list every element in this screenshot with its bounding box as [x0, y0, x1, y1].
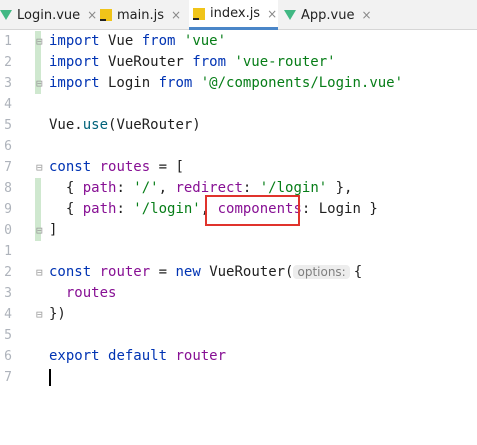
line-number: 6 [4, 139, 12, 154]
code-text: Vue.use(VueRouter) [49, 117, 201, 133]
tab-index-js[interactable]: index.js × [189, 0, 278, 30]
fold-marker-icon[interactable]: ⊟ [36, 262, 43, 283]
code-line: 5 [0, 325, 477, 346]
text-cursor [49, 369, 51, 386]
code-line: 6 export default router [0, 346, 477, 367]
code-text: import Login from '@/components/Login.vu… [49, 75, 404, 91]
js-file-icon [100, 9, 112, 21]
code-line: 2 ⊟ const router = new VueRouter(options… [0, 262, 477, 283]
line-number: 7 [4, 160, 12, 175]
line-number: 6 [4, 349, 12, 364]
editor-tab-bar: Login.vue × main.js × index.js × App.vue… [0, 0, 477, 30]
line-number: 4 [4, 97, 12, 112]
code-text: export default router [49, 348, 227, 364]
code-text: { path: '/', redirect: '/login' }, [49, 180, 353, 196]
code-text: const router = new VueRouter(options:{ [49, 264, 363, 280]
code-line: 1 [0, 241, 477, 262]
line-number: 1 [4, 34, 12, 49]
code-editor[interactable]: 1 ⊟ import Vue from 'vue' 2 import VueRo… [0, 31, 477, 445]
line-number: 3 [4, 76, 12, 91]
line-number: 0 [4, 223, 12, 238]
fold-marker-icon[interactable]: ⊟ [36, 157, 43, 178]
line-number: 5 [4, 118, 12, 133]
fold-marker-icon[interactable]: ⊟ [36, 304, 43, 325]
tab-label: Login.vue [17, 7, 81, 23]
code-text: import VueRouter from 'vue-router' [49, 54, 336, 70]
code-line: 3 routes [0, 283, 477, 304]
parameter-hint: options: [293, 265, 350, 279]
close-icon[interactable]: × [87, 8, 97, 22]
close-icon[interactable]: × [171, 8, 181, 22]
code-text: const routes = [ [49, 159, 184, 175]
vue-file-icon [284, 10, 296, 20]
tab-main-js[interactable]: main.js × [100, 0, 185, 30]
code-line: 7 ⊟ const routes = [ [0, 157, 477, 178]
tab-label: main.js [117, 7, 164, 23]
line-number: 3 [4, 286, 12, 301]
line-number: 4 [4, 307, 12, 322]
tab-app-vue[interactable]: App.vue × [284, 0, 376, 30]
highlight-annotation-box [205, 195, 300, 226]
code-text: routes [65, 285, 117, 301]
close-icon[interactable]: × [267, 7, 277, 21]
code-line: 4 [0, 94, 477, 115]
close-icon[interactable]: × [361, 8, 371, 22]
code-text: import Vue from 'vue' [49, 33, 227, 49]
tab-label: index.js [210, 6, 261, 21]
code-line: 1 ⊟ import Vue from 'vue' [0, 31, 477, 52]
code-line: 3 ⊟ import Login from '@/components/Logi… [0, 73, 477, 94]
fold-marker-icon[interactable]: ⊟ [36, 73, 43, 94]
line-number: 2 [4, 265, 12, 280]
code-line: 5 Vue.use(VueRouter) [0, 115, 477, 136]
code-text: ] [49, 222, 58, 238]
line-number: 7 [4, 370, 12, 385]
code-line: 2 import VueRouter from 'vue-router' [0, 52, 477, 73]
line-number: 1 [4, 244, 12, 259]
line-number: 2 [4, 55, 12, 70]
line-number: 9 [4, 202, 12, 217]
fold-marker-icon[interactable]: ⊟ [36, 31, 43, 52]
line-number: 8 [4, 181, 12, 196]
code-line: 4 ⊟ }) [0, 304, 477, 325]
fold-marker-icon[interactable]: ⊟ [36, 220, 43, 241]
tab-label: App.vue [301, 7, 355, 23]
tab-login-vue[interactable]: Login.vue × [0, 0, 97, 30]
vue-file-icon [0, 10, 12, 20]
code-text: }) [49, 306, 66, 322]
code-line: 6 [0, 136, 477, 157]
code-line: 7 [0, 367, 477, 388]
line-number: 5 [4, 328, 12, 343]
js-file-icon [193, 7, 205, 20]
